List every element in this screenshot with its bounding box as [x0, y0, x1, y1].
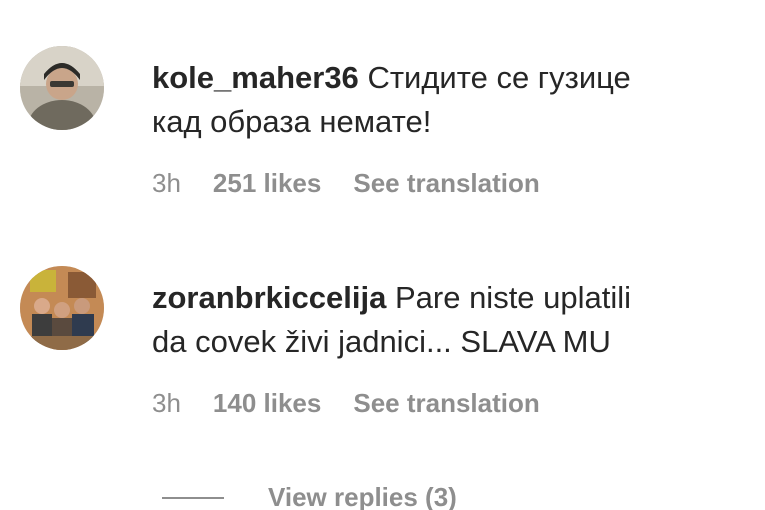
see-translation-button[interactable]: See translation [353, 388, 539, 419]
comment-text-line2: da covek živi jadnici... SLAVA MU [152, 324, 611, 359]
comment-likes[interactable]: 251 likes [213, 168, 321, 199]
user-photo-icon [20, 46, 104, 130]
comments-panel: kole_maher36 Стидите се гузице кад образ… [0, 0, 765, 510]
comment-text-line2: кад образа немате! [152, 104, 432, 139]
comment-text-line1: Стидите се гузице [367, 60, 631, 95]
comment-meta: 3h 251 likes See translation [152, 168, 742, 199]
comment-time[interactable]: 3h [152, 388, 181, 419]
comment-body: kole_maher36 Стидите се гузице кад образ… [152, 56, 742, 199]
avatar-kole-maher36[interactable] [20, 46, 104, 130]
view-replies-button[interactable]: View replies (3) [162, 482, 457, 510]
comment-meta: 3h 140 likes See translation [152, 388, 742, 419]
comment-likes[interactable]: 140 likes [213, 388, 321, 419]
view-replies-label: View replies (3) [268, 482, 457, 510]
comment-username[interactable]: zoranbrkiccelija [152, 280, 386, 315]
comment-text-line1: Pare niste uplatili [394, 280, 632, 315]
replies-divider-line [162, 496, 224, 499]
avatar-zoranbrkiccelija[interactable] [20, 266, 104, 350]
comment-body: zoranbrkiccelija Pare niste uplatili da … [152, 276, 742, 419]
user-photo-icon [20, 266, 104, 350]
comment-text: zoranbrkiccelija Pare niste uplatili da … [152, 276, 742, 364]
comment-text: kole_maher36 Стидите се гузице кад образ… [152, 56, 742, 144]
see-translation-button[interactable]: See translation [353, 168, 539, 199]
comment-username[interactable]: kole_maher36 [152, 60, 359, 95]
comment-time[interactable]: 3h [152, 168, 181, 199]
